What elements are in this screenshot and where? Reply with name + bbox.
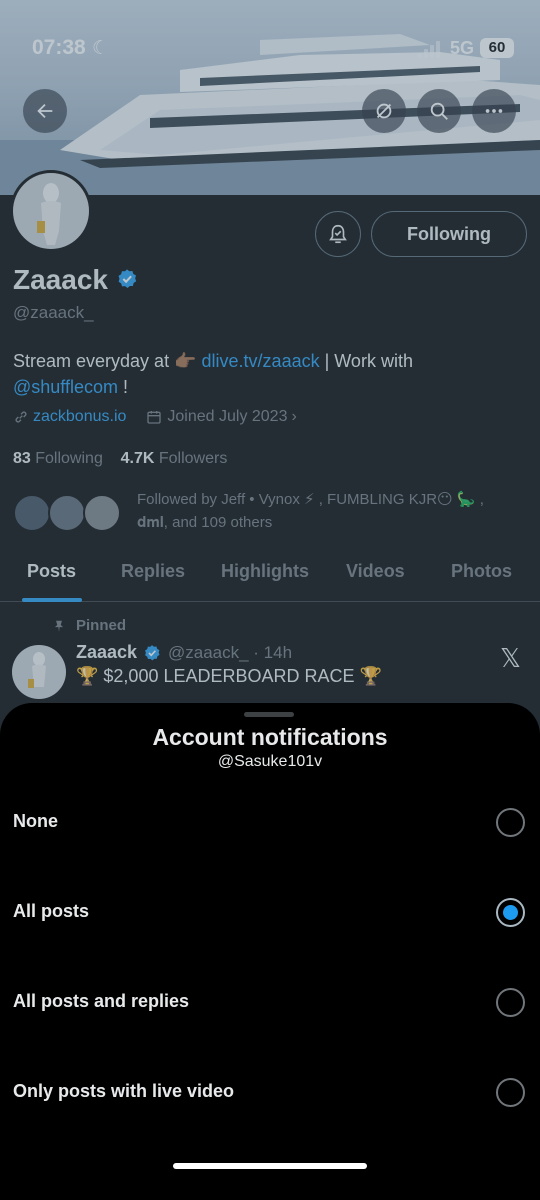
sheet-title: Account notifications (152, 724, 388, 750)
option-all-posts-and-replies[interactable]: All posts and replies (0, 973, 540, 1033)
sheet-subtitle: @Sasuke101v (217, 753, 323, 770)
option-all-posts[interactable]: All posts (0, 883, 540, 943)
option-label: None (13, 811, 58, 831)
option-none[interactable]: None (0, 793, 540, 853)
home-indicator[interactable] (173, 1163, 367, 1169)
radio-all-posts-and-replies[interactable] (496, 988, 525, 1017)
account-notifications-sheet: Account notifications @Sasuke101v None A… (0, 703, 540, 1200)
option-label: All posts and replies (13, 991, 190, 1011)
sheet-grabber-handle[interactable] (244, 712, 294, 717)
radio-live-video-only[interactable] (496, 1078, 525, 1107)
option-label: All posts (13, 901, 90, 921)
radio-none[interactable] (496, 808, 525, 837)
radio-all-posts[interactable] (496, 898, 525, 927)
option-live-video-only[interactable]: Only posts with live video (0, 1063, 540, 1123)
option-label: Only posts with live video (13, 1081, 235, 1101)
